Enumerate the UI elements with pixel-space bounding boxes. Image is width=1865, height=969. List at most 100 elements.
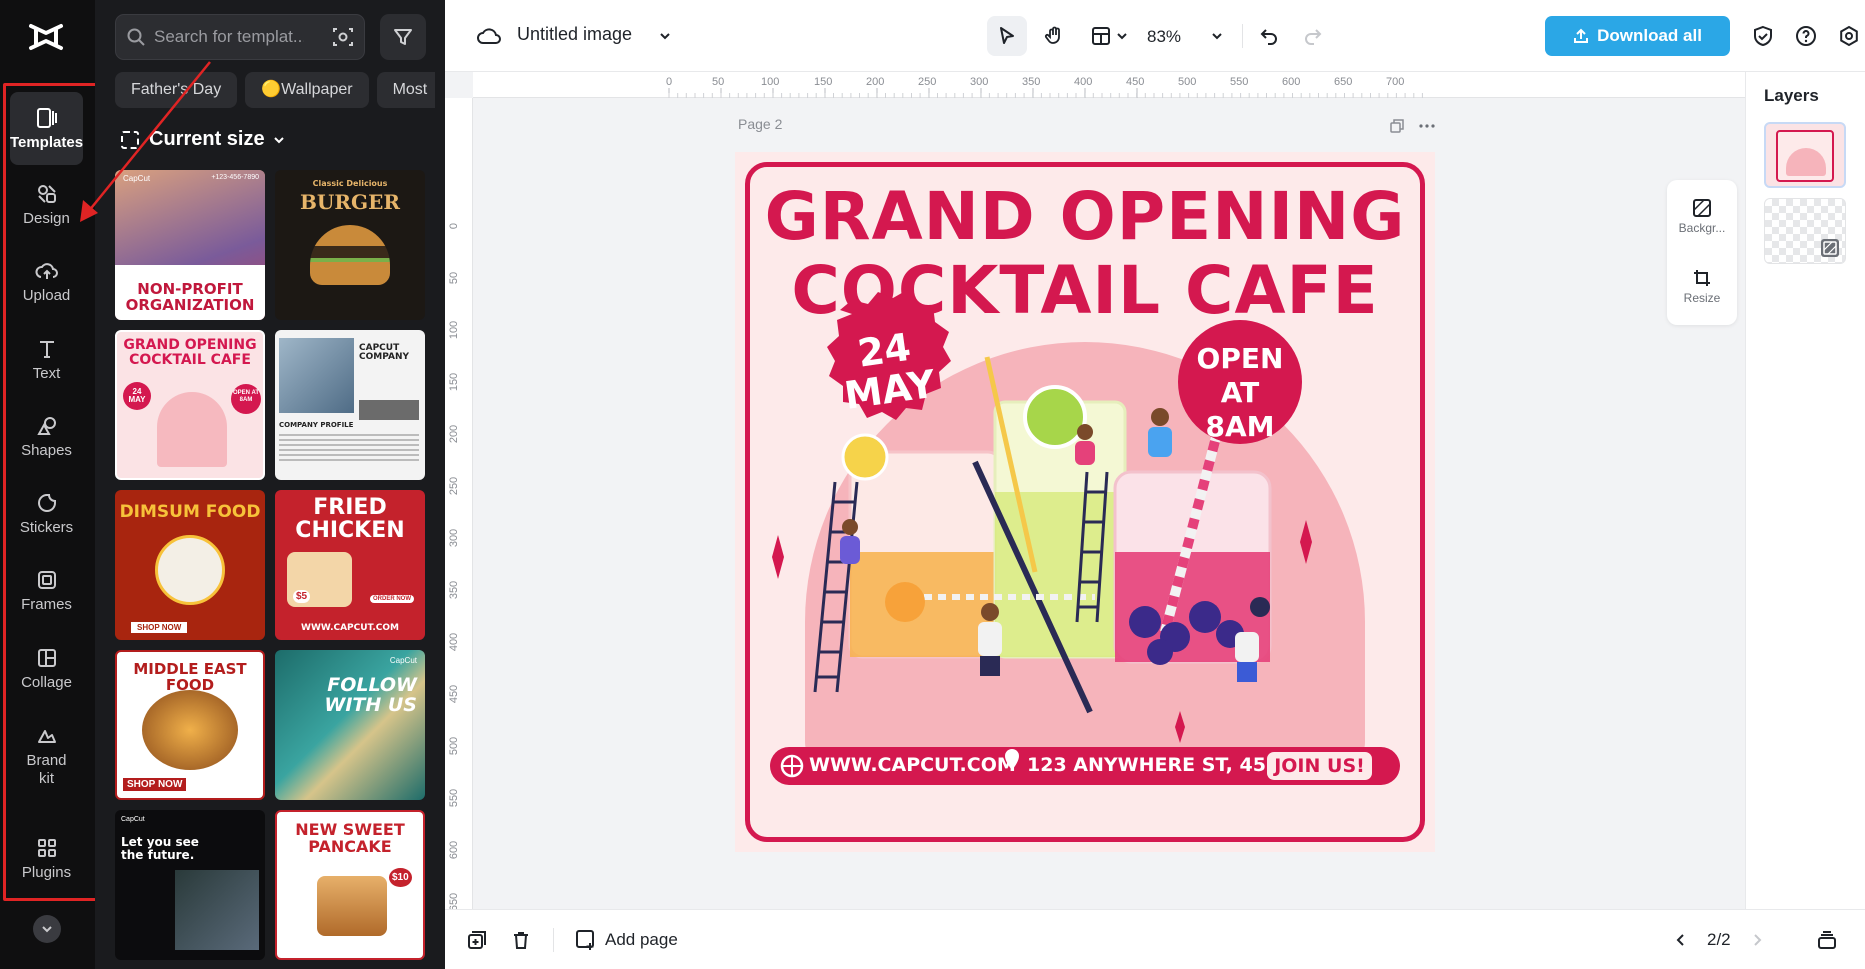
template-card[interactable]: DIMSUM FOOD SHOP NOW [115,490,265,640]
capcut-logo[interactable] [28,20,64,54]
ruler-tick-label: 100 [761,76,779,88]
settings-button[interactable] [1833,20,1865,52]
cloud-save-button[interactable] [475,22,503,50]
add-page-label: Add page [605,930,678,950]
rail-item-collage[interactable]: Collage [10,646,83,692]
hand-tool-button[interactable] [1035,16,1075,56]
ruler-minor-ticks [669,93,1422,98]
template-phone: +123-456-7890 [211,174,259,181]
template-card[interactable]: CapCut +123-456-7890 NON-PROFIT ORGANIZA… [115,170,265,320]
template-card[interactable]: MIDDLE EAST FOOD SHOP NOW [115,650,265,800]
upload-arrow-icon [1573,28,1589,44]
page-more-button[interactable] [1415,116,1439,136]
template-cta: SHOP NOW [123,778,186,791]
canvas-area[interactable]: 0 50 100 150 200 250 300 350 400 450 500… [445,72,1745,909]
ruler-tick-label: 350 [1022,76,1040,88]
chevron-down-icon [1116,30,1128,42]
rail-label: Collage [21,674,72,692]
help-button[interactable] [1790,20,1822,52]
filter-button[interactable] [380,14,426,60]
background-tool-button[interactable]: Backgr... [1667,198,1737,235]
ruler-tick-label: 200 [866,76,884,88]
search-icon [126,27,146,47]
layout-tool-button[interactable] [1081,16,1137,56]
rail-item-shapes[interactable]: Shapes [10,414,83,460]
page-manager-button[interactable] [1813,926,1841,954]
shield-button[interactable] [1747,20,1779,52]
current-size-dropdown[interactable]: Current size [121,128,287,151]
template-brand: CapCut [390,656,417,665]
rail-expand-button[interactable] [33,915,61,943]
template-brand: CapCut [123,174,150,183]
chevron-down-icon [271,132,287,148]
template-card[interactable]: FRIED CHICKEN $5 ORDER NOW WWW.CAPCUT.CO… [275,490,425,640]
download-all-button[interactable]: Download all [1545,16,1730,56]
ruler-tick-label: 500 [448,737,460,755]
template-title: NON-PROFIT ORGANIZATION [115,282,265,314]
template-card[interactable]: GRAND OPENING COCKTAIL CAFE 24 MAY OPEN … [115,330,265,480]
select-tool-button[interactable] [987,16,1027,56]
rail-label: Shapes [21,442,72,460]
next-page-button[interactable] [1743,926,1771,954]
template-title: BURGER [275,192,425,213]
template-url: WWW.CAPCUT.COM [275,624,425,633]
current-size-label: Current size [149,128,265,151]
layer-thumbnail-poster[interactable] [1764,122,1846,188]
search-input[interactable] [154,27,304,47]
rail-item-upload[interactable]: Upload [10,259,83,305]
templates-icon [35,106,59,130]
rail-label: Brand kit [27,752,67,788]
resize-frame-icon [121,131,139,149]
rail-item-brand-kit[interactable]: Brand kit [10,724,83,788]
undo-button[interactable] [1253,20,1285,52]
help-icon [1795,25,1817,47]
rail-item-plugins[interactable]: Plugins [10,836,83,882]
stickers-icon [35,491,59,515]
delete-button[interactable] [507,926,535,954]
rail-label: Stickers [20,519,73,537]
ruler-tick-label: 650 [1334,76,1352,88]
template-card[interactable]: CapCut FOLLOW WITH US [275,650,425,800]
chip-fathers-day[interactable]: Father's Day [115,72,237,108]
template-card[interactable]: CapCut Let you see the future. [115,810,265,960]
hand-icon [1044,25,1066,47]
rail-item-templates[interactable]: Templates [10,92,83,165]
previous-page-button[interactable] [1667,926,1695,954]
ruler-tick-label: 100 [448,321,460,339]
title-dropdown-button[interactable] [655,26,675,46]
duplicate-page-button[interactable] [1387,116,1407,136]
chevron-down-icon [658,29,672,43]
upload-icon [35,259,59,283]
zoom-dropdown-button[interactable] [1205,24,1229,48]
search-box[interactable] [115,14,365,60]
resize-tool-button[interactable]: Resize [1667,268,1737,305]
add-page-button[interactable]: Add page [575,924,678,956]
canvas-side-tools: Backgr... Resize [1667,180,1737,325]
toolbar-divider [1242,24,1243,48]
rail-item-design[interactable]: Design [10,182,83,228]
chip-wallpaper[interactable]: 🟡Wallpaper [245,72,368,108]
chevron-right-icon [1750,933,1764,947]
image-search-icon[interactable] [332,26,354,48]
template-price: $10 [389,868,412,887]
ruler-tick-label: 0 [666,76,672,88]
document-title[interactable]: Untitled image [517,24,632,45]
template-card[interactable]: NEW SWEET PANCAKE $10 [275,810,425,960]
design-icon [35,182,59,206]
layer-thumbnail-background[interactable] [1764,198,1846,264]
template-card[interactable]: Classic Delicious BURGER [275,170,425,320]
duplicate-button[interactable] [463,926,491,954]
cocktail-illustration [735,152,1435,852]
ruler-tick-label: 700 [1386,76,1404,88]
zoom-level[interactable]: 83% [1147,27,1181,47]
rail-item-frames[interactable]: Frames [10,568,83,614]
plugins-icon [35,836,59,860]
rail-item-stickers[interactable]: Stickers [10,491,83,537]
chip-most[interactable]: Most [377,72,435,108]
layers-title: Layers [1764,86,1819,106]
template-card[interactable]: CAPCUT COMPANY COMPANY PROFILE [275,330,425,480]
redo-button[interactable] [1297,20,1329,52]
design-canvas[interactable]: GRAND OPENING COCKTAIL CAFE [735,152,1435,852]
rail-item-text[interactable]: Text [10,337,83,383]
template-price: $5 [293,590,310,603]
